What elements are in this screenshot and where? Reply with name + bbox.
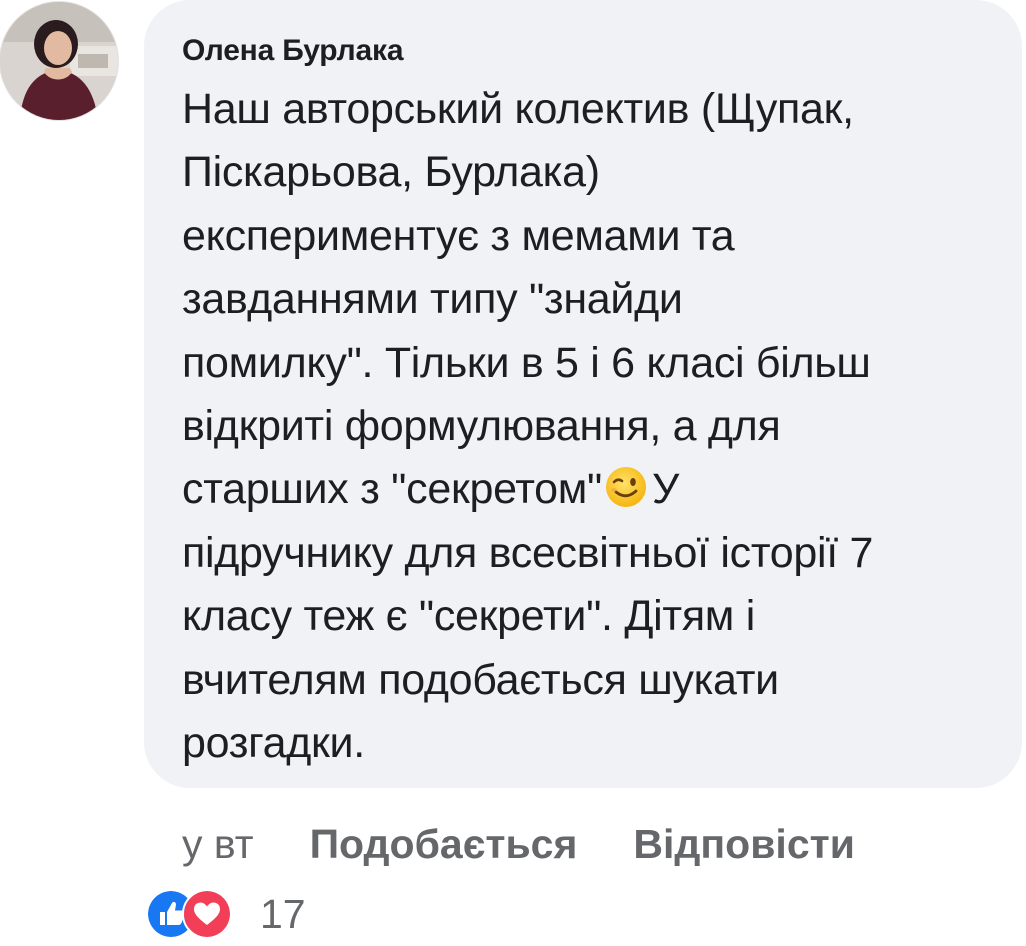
wink-face-icon [606,467,647,508]
comment-author-name[interactable]: Олена Бурлака [182,34,404,68]
comment-actions: у вт Подобається Відповісти [182,816,855,872]
avatar-photo [0,2,118,120]
comment-line: помилку". Тільки в 5 і 6 класі більш [182,338,871,387]
comment-line: розгадки. [182,719,365,768]
comment-line: Піскарьова, Бурлака) [182,148,600,197]
reaction-count: 17 [260,890,306,937]
comment-line-tail: У [652,465,680,514]
author-avatar[interactable] [0,2,118,120]
comment-line-with-emoji: старших з "секретом" У [182,458,1002,521]
comment-line: підручнику для всесвітньої історії 7 [182,528,874,577]
reactions-summary[interactable]: 17 [146,889,306,939]
comment-line: завданнями типу "знайди [182,275,683,324]
comment-line: старших з "секретом" [182,465,603,514]
like-button[interactable]: Подобається [310,821,578,868]
comment-text: Наш авторський колектив (Щупак, Піскарьо… [182,78,1002,775]
comment-line: відкриті формулювання, а для [182,402,781,451]
love-reaction-icon [182,889,232,939]
comment-line: експериментує з мемами та [182,211,735,260]
comment-line: вчителям подобається шукати [182,655,779,704]
comment-timestamp[interactable]: у вт [182,821,254,868]
reply-button[interactable]: Відповісти [633,821,855,868]
comment-line: Наш авторський колектив (Щупак, [182,85,854,133]
comment-line: класу теж є "секрети". Дітям і [182,592,755,641]
